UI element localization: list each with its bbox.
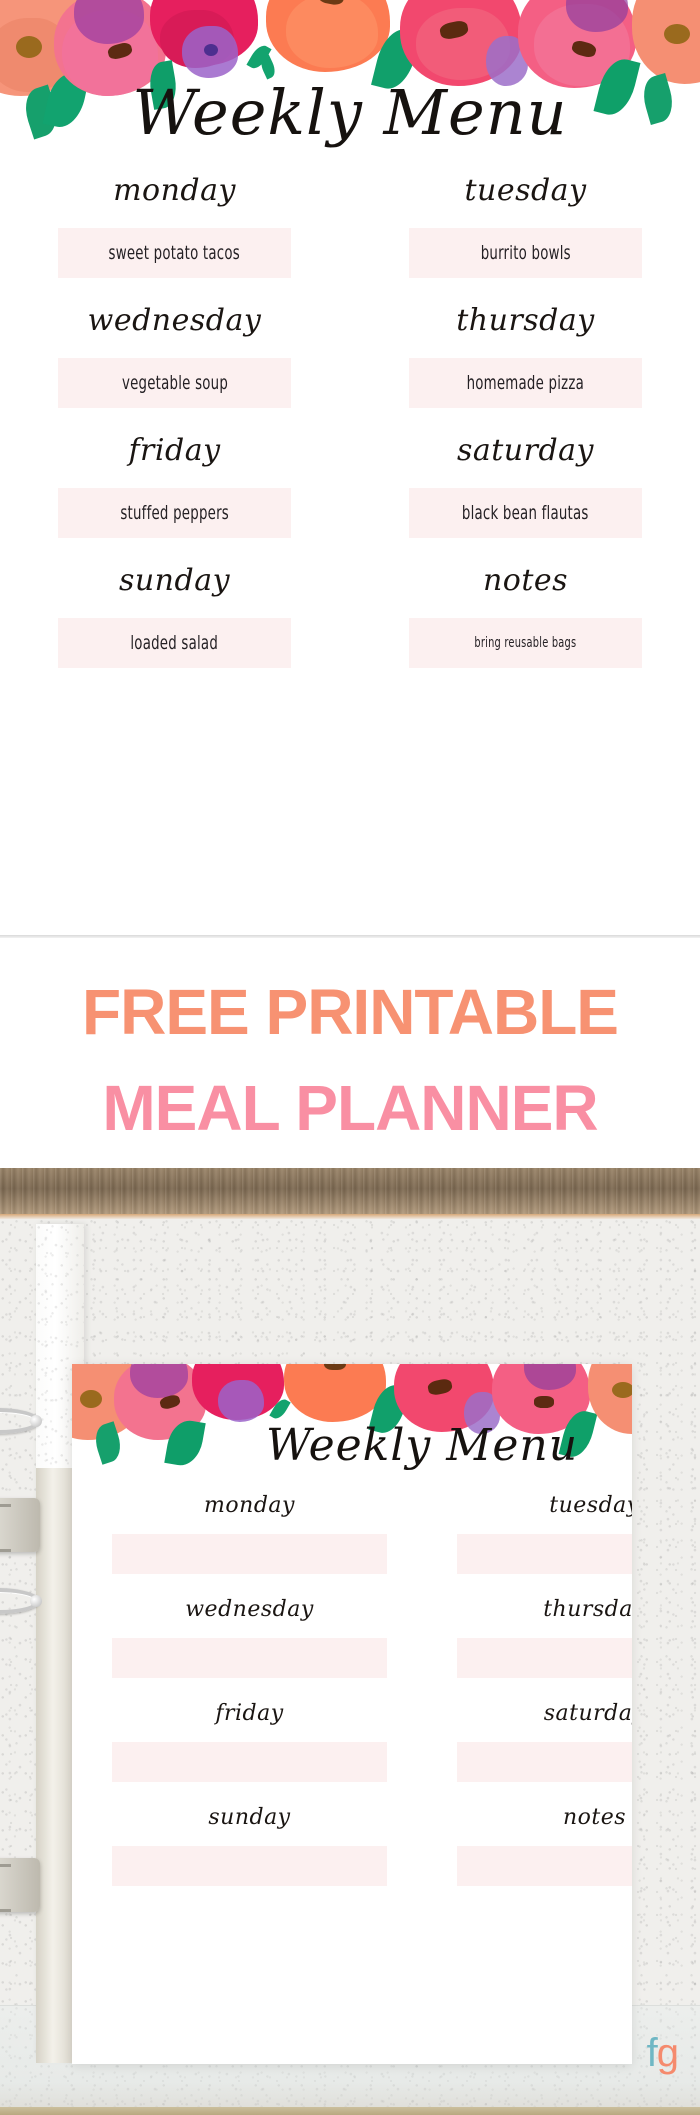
flower-blob <box>632 0 700 84</box>
meal-field-sunday[interactable]: loaded salad <box>58 618 291 668</box>
notes-field[interactable] <box>457 1846 632 1886</box>
printed-planner-sheet: Weekly Menu monday tuesday wednesday thu… <box>72 1364 632 2064</box>
menu-cell-sunday: sunday loaded salad <box>58 562 291 692</box>
flower-center <box>80 1390 102 1408</box>
meal-field-tuesday[interactable]: burrito bowls <box>409 228 642 278</box>
promo-banner: FREE PRINTABLE MEAL PLANNER <box>0 952 700 1168</box>
menu-cell-monday: monday sweet potato tacos <box>58 172 291 302</box>
day-label-wednesday: wednesday <box>87 303 262 338</box>
meal-field-saturday[interactable] <box>457 1742 632 1782</box>
meal-field-wednesday[interactable]: vegetable soup <box>58 358 291 408</box>
meal-text: sweet potato tacos <box>108 242 241 264</box>
day-label-monday: monday <box>204 1493 295 1518</box>
notes-text: bring reusable bags <box>474 635 577 651</box>
meal-text: loaded salad <box>130 632 219 654</box>
menu-cell-thursday: thursday homemade pizza <box>409 302 642 432</box>
flower-blob <box>284 1364 386 1422</box>
menu-grid: monday tuesday wednesday thursday <box>72 1492 632 1908</box>
meal-text: burrito bowls <box>480 242 571 264</box>
menu-cell-tuesday: tuesday <box>457 1492 632 1596</box>
meal-text: black bean flautas <box>462 502 589 524</box>
meal-field-wednesday[interactable] <box>112 1638 387 1678</box>
menu-cell-friday: friday <box>112 1700 387 1804</box>
page-title: Weekly Menu <box>265 1420 579 1471</box>
flower-center <box>204 44 218 56</box>
day-label-monday: monday <box>113 173 236 208</box>
flower-center <box>16 36 42 58</box>
logo-letter-f: f <box>646 2031 658 2075</box>
menu-cell-wednesday: wednesday <box>112 1596 387 1700</box>
day-label-saturday: saturday <box>543 1701 632 1726</box>
wood-table-edge <box>0 1168 700 1214</box>
menu-cell-sunday: sunday <box>112 1804 387 1908</box>
meal-text: vegetable soup <box>121 372 228 394</box>
meal-field-sunday[interactable] <box>112 1846 387 1886</box>
menu-cell-monday: monday <box>112 1492 387 1596</box>
meal-field-thursday[interactable] <box>457 1638 632 1678</box>
menu-cell-friday: friday stuffed peppers <box>58 432 291 562</box>
day-label-thursday: thursday <box>456 303 595 338</box>
day-label-sunday: sunday <box>208 1805 291 1830</box>
day-label-saturday: saturday <box>456 433 595 468</box>
flower-blob <box>218 1380 264 1422</box>
day-label-friday: friday <box>215 1701 284 1726</box>
day-label-thursday: thursday <box>543 1597 632 1622</box>
menu-cell-thursday: thursday <box>457 1596 632 1700</box>
day-label-friday: friday <box>128 433 221 468</box>
menu-cell-saturday: saturday <box>457 1700 632 1804</box>
meal-field-friday[interactable]: stuffed peppers <box>58 488 291 538</box>
meal-text: stuffed peppers <box>120 502 229 524</box>
binder-clip <box>0 1858 40 1912</box>
meal-field-tuesday[interactable] <box>457 1534 632 1574</box>
logo-letter-g: g <box>656 2031 679 2075</box>
meal-field-monday[interactable] <box>112 1534 387 1574</box>
day-label-notes: notes <box>482 563 569 598</box>
menu-cell-wednesday: wednesday vegetable soup <box>58 302 291 432</box>
day-label-notes: notes <box>562 1805 627 1830</box>
menu-cell-notes: notes bring reusable bags <box>409 562 642 692</box>
counter-foot <box>0 2107 700 2115</box>
binder-clip <box>0 1498 40 1552</box>
menu-cell-notes: notes <box>457 1804 632 1908</box>
brand-logo-watermark: fg <box>646 2031 679 2075</box>
promo-headline-1: FREE PRINTABLE <box>82 976 619 1048</box>
day-label-wednesday: wednesday <box>185 1597 314 1622</box>
flower-center <box>612 1382 632 1398</box>
meal-field-saturday[interactable]: black bean flautas <box>409 488 642 538</box>
meal-text: homemade pizza <box>466 372 585 394</box>
day-label-tuesday: tuesday <box>464 173 587 208</box>
flower-blob <box>286 0 378 68</box>
page-title: Weekly Menu <box>132 76 568 149</box>
flower-center <box>664 24 690 44</box>
meal-field-thursday[interactable]: homemade pizza <box>409 358 642 408</box>
day-label-tuesday: tuesday <box>549 1493 632 1518</box>
menu-grid: monday sweet potato tacos tuesday burrit… <box>0 172 700 692</box>
menu-cell-saturday: saturday black bean flautas <box>409 432 642 562</box>
lifestyle-photo: Weekly Menu monday tuesday wednesday thu… <box>0 1168 700 2115</box>
printable-preview: Weekly Menu monday sweet potato tacos tu… <box>0 0 700 935</box>
meal-field-monday[interactable]: sweet potato tacos <box>58 228 291 278</box>
section-divider <box>0 935 700 938</box>
flower-center <box>534 1396 554 1408</box>
notes-field[interactable]: bring reusable bags <box>409 618 642 668</box>
menu-cell-tuesday: tuesday burrito bowls <box>409 172 642 302</box>
meal-field-friday[interactable] <box>112 1742 387 1782</box>
promo-headline-2: MEAL PLANNER <box>102 1072 598 1144</box>
day-label-sunday: sunday <box>118 563 231 598</box>
